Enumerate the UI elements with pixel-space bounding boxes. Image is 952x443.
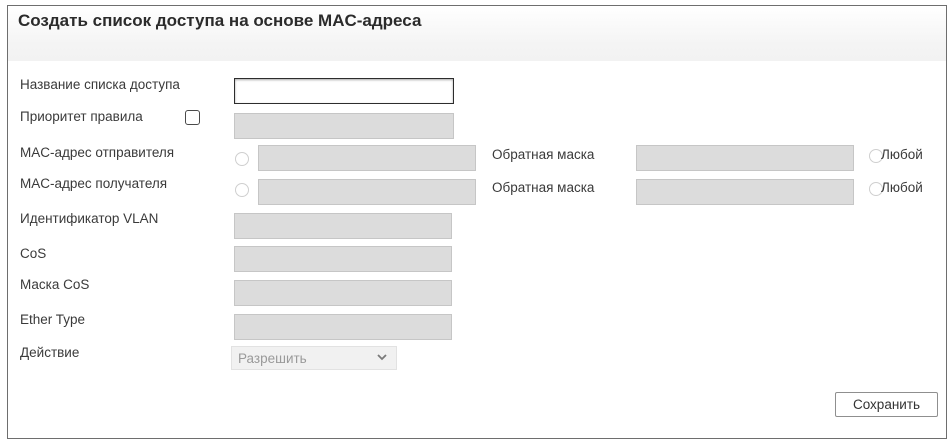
cos-label: CoS [20,246,47,261]
vlan-id-input[interactable] [234,213,452,239]
dst-mac-radio[interactable] [235,183,249,197]
dst-any-label: Любой [881,180,923,195]
mac-acl-form-panel: Создать список доступа на основе MAC-адр… [7,5,947,439]
acl-name-label: Название списка доступа [20,77,180,92]
dst-mac-label: MAC-адрес получателя [20,176,168,191]
priority-checkbox[interactable] [185,110,200,125]
action-select[interactable]: Разрешить [231,346,397,370]
priority-label: Приоритет правила [20,109,143,124]
cos-mask-input[interactable] [234,280,452,306]
src-mask-label: Обратная маска [492,147,595,162]
vlan-id-label: Идентификатор VLAN [20,211,159,226]
chevron-down-icon [377,354,387,361]
action-select-value: Разрешить [238,351,307,366]
action-label: Действие [20,345,80,360]
src-mask-input[interactable] [636,145,854,171]
ether-type-label: Ether Type [20,312,86,327]
acl-name-input[interactable] [234,78,454,104]
page-title: Создать список доступа на основе MAC-адр… [18,11,422,30]
dst-mac-input[interactable] [258,179,476,205]
priority-input[interactable] [234,113,454,139]
src-mac-radio[interactable] [235,152,249,166]
ether-type-input[interactable] [234,314,452,340]
save-button[interactable]: Сохранить [835,392,938,417]
src-mac-input[interactable] [258,145,476,171]
cos-input[interactable] [234,246,452,272]
src-mac-label: MAC-адрес отправителя [20,145,175,160]
panel-header: Создать список доступа на основе MAC-адр… [8,6,946,61]
dst-mask-label: Обратная маска [492,180,595,195]
src-any-label: Любой [881,147,923,162]
dst-mask-input[interactable] [636,179,854,205]
cos-mask-label: Маска CoS [20,277,90,292]
